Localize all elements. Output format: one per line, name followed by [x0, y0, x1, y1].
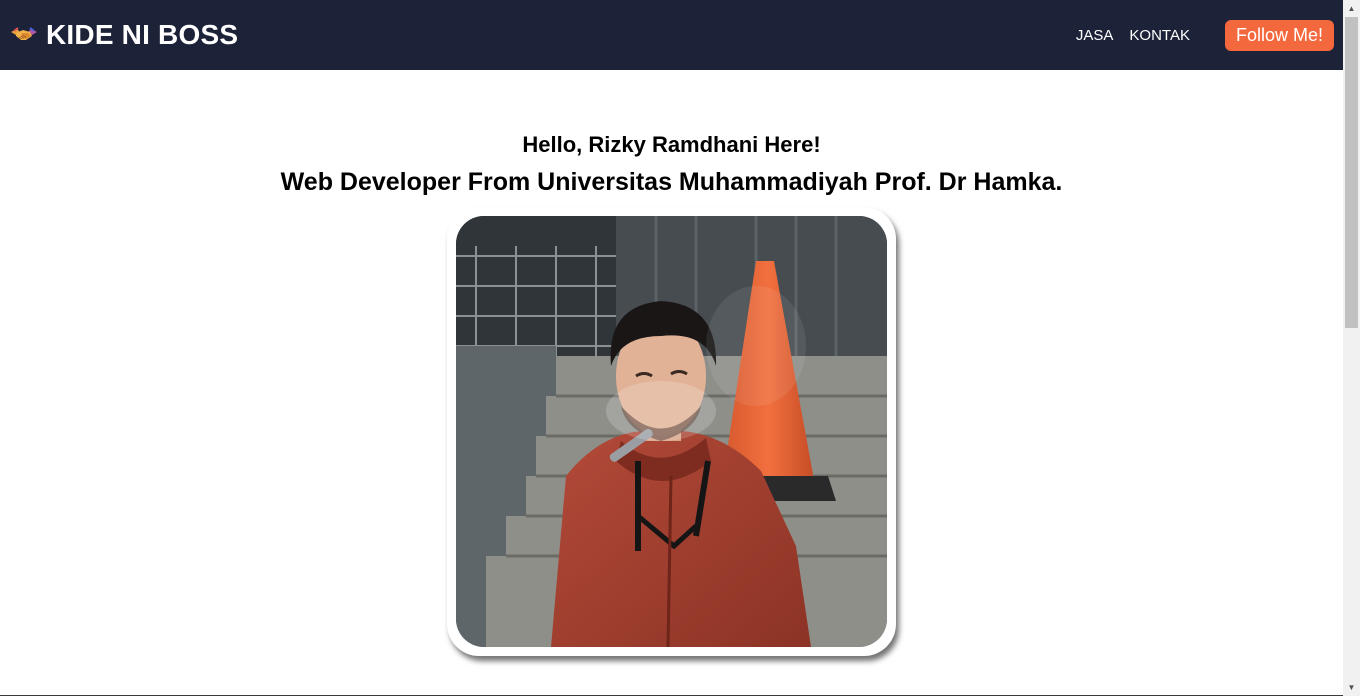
- brand-title: KIDE NI BOSS: [46, 19, 239, 50]
- scroll-down-arrow-icon[interactable]: ▼: [1343, 679, 1360, 696]
- nav-link-jasa[interactable]: JASA: [1076, 27, 1114, 44]
- profile-photo: [456, 216, 887, 647]
- hero-greeting: Hello, Rizky Ramdhani Here!: [522, 132, 821, 157]
- nav-links: JASA KONTAK Follow Me!: [1076, 19, 1334, 51]
- hero-role: Web Developer From Universitas Muhammadi…: [280, 168, 1063, 196]
- page-viewport: KIDE NI BOSS JASA KONTAK Follow Me! Hell…: [0, 0, 1343, 696]
- nav-link-kontak[interactable]: KONTAK: [1129, 27, 1190, 44]
- vertical-scrollbar[interactable]: ▲ ▼: [1343, 0, 1360, 696]
- follow-me-button[interactable]: Follow Me!: [1224, 19, 1334, 51]
- navbar: KIDE NI BOSS JASA KONTAK Follow Me!: [0, 0, 1343, 70]
- scrollbar-thumb[interactable]: [1345, 17, 1358, 328]
- scroll-up-arrow-icon[interactable]: ▲: [1343, 0, 1360, 17]
- profile-photo-frame: [447, 207, 896, 656]
- brand-link[interactable]: KIDE NI BOSS: [10, 19, 238, 51]
- handshake-icon: [10, 25, 38, 45]
